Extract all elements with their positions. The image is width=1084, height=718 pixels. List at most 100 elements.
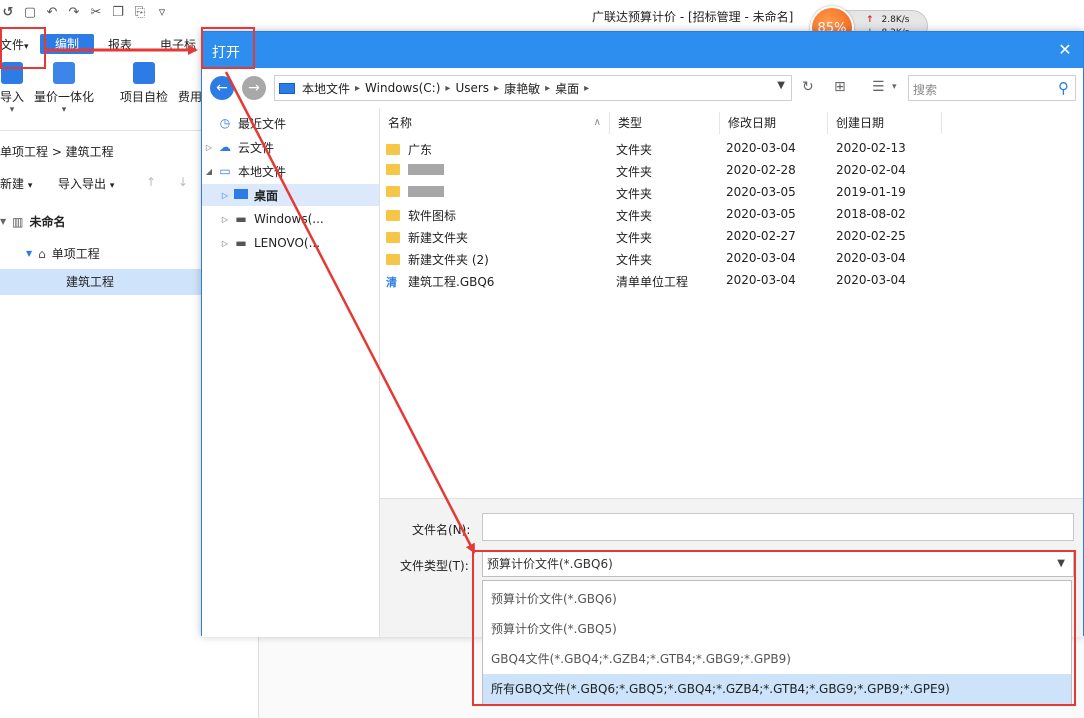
tree-node-root[interactable]: ▼ ▥ 未命名	[0, 213, 66, 230]
new-button[interactable]: 新建 ▾	[0, 175, 32, 192]
ribbon-price-button[interactable]: 量价一体化 ▾	[34, 62, 94, 115]
copy-icon[interactable]: ❐	[110, 4, 126, 20]
price-integration-icon	[53, 62, 75, 84]
breadcrumb-separator-icon: ▸	[355, 82, 361, 94]
search-icon[interactable]: ⚲	[1058, 79, 1069, 97]
close-icon[interactable]: ✕	[1055, 40, 1075, 60]
tree-item-windows-drive[interactable]: ▷ ▬ Windows(...	[202, 208, 379, 230]
file-type: 文件夹	[616, 165, 653, 179]
address-bar[interactable]: 本地文件 ▸ Windows(C:) ▸ Users ▸ 康艳敏 ▸ 桌面 ▸ ▼	[274, 75, 792, 101]
move-down-icon[interactable]: ↓	[178, 175, 188, 189]
folder-icon	[386, 144, 400, 155]
file-row[interactable]: 文件夹 2020-02-28 2020-02-04	[380, 160, 1083, 182]
breadcrumb-desktop[interactable]: 桌面	[555, 80, 579, 97]
column-created[interactable]: 创建日期	[828, 112, 942, 134]
address-dropdown-icon[interactable]: ▼	[777, 80, 785, 91]
file-name: 新建文件夹 (2)	[408, 253, 489, 267]
view-options-icon[interactable]: ☰	[872, 79, 885, 95]
breadcrumb-separator-icon: ▸	[584, 82, 590, 94]
back-icon[interactable]: ←	[210, 76, 234, 100]
file-type: 文件夹	[616, 187, 653, 201]
tree-node-building[interactable]: 建筑工程	[66, 273, 114, 290]
expand-icon[interactable]: ▷	[218, 215, 232, 224]
file-name: 软件图标	[408, 209, 457, 223]
clock-icon: ◷	[219, 116, 231, 130]
self-check-icon	[133, 62, 155, 84]
filename-input[interactable]	[482, 513, 1074, 541]
tree-item-label: 最近文件	[238, 116, 287, 131]
tree-node-unit[interactable]: ▼ ⌂ 单项工程	[26, 245, 100, 262]
expand-icon[interactable]: ▷	[202, 143, 216, 152]
column-type[interactable]: 类型	[610, 112, 720, 134]
folder-icon	[386, 210, 400, 221]
import-export-button[interactable]: 导入导出 ▾	[58, 175, 114, 192]
ribbon-import-label: 导入	[0, 90, 25, 104]
file-type: 文件夹	[616, 253, 653, 267]
gbq-file-icon: 清	[386, 276, 397, 289]
folder-icon	[386, 186, 400, 197]
column-name[interactable]: 名称 ∧	[380, 112, 610, 134]
upload-speed-value: 2.8K/s	[881, 15, 910, 25]
file-modified: 2020-02-28	[726, 163, 796, 177]
ribbon-fee-label: 费用	[178, 90, 203, 104]
file-created: 2020-02-25	[836, 229, 906, 243]
breadcrumb-separator-icon: ▸	[445, 82, 451, 94]
save-icon[interactable]: ▢	[22, 4, 38, 20]
file-row[interactable]: 软件图标 文件夹 2020-03-05 2018-08-02	[380, 204, 1083, 226]
expand-icon[interactable]: ▷	[218, 191, 232, 200]
forward-icon[interactable]: →	[242, 76, 266, 100]
filename-label: 文件名(N):	[412, 523, 471, 537]
file-type: 文件夹	[616, 231, 653, 245]
redacted-name	[408, 186, 444, 197]
collapse-icon[interactable]: ◢	[202, 167, 216, 176]
redo-icon[interactable]: ↷	[66, 4, 82, 20]
breadcrumb-local[interactable]: 本地文件	[302, 80, 350, 97]
tree-item-label: Windows(...	[254, 212, 324, 226]
breadcrumb-drive[interactable]: Windows(C:)	[365, 81, 440, 95]
menu-edit[interactable]: 编制	[40, 34, 94, 54]
ribbon-price-label: 量价一体化	[34, 90, 95, 104]
tree-item-label: 桌面	[254, 188, 279, 203]
menu-elec[interactable]: 电子标	[160, 36, 196, 53]
undo-icon[interactable]: ↶	[44, 4, 60, 20]
cut-icon[interactable]: ✂	[88, 4, 104, 20]
move-up-icon[interactable]: ↑	[146, 175, 156, 189]
file-list: 名称 ∧ 类型 修改日期 创建日期 广东 文件夹 2020-03-04 2020-…	[380, 108, 1083, 498]
quick-access-toolbar: ↺ ▢ ↶ ↷ ✂ ❐ ⎘ ▿	[0, 4, 170, 20]
file-created: 2020-02-13	[836, 141, 906, 155]
import-export-chevron-icon: ▾	[109, 181, 115, 191]
expand-icon[interactable]: ▷	[218, 239, 232, 248]
file-type: 文件夹	[616, 143, 653, 157]
file-created: 2020-03-04	[836, 273, 906, 287]
tree-item-cloud[interactable]: ▷ ☁ 云文件	[202, 136, 379, 158]
file-name: 建筑工程.GBQ6	[408, 275, 495, 289]
file-row[interactable]: 新建文件夹 文件夹 2020-02-27 2020-02-25	[380, 226, 1083, 248]
tree-item-lenovo-drive[interactable]: ▷ ▬ LENOVO(...	[202, 232, 379, 254]
ribbon-fee-button[interactable]: 费用	[178, 62, 202, 105]
dialog-navbar: ← → 本地文件 ▸ Windows(C:) ▸ Users ▸ 康艳敏 ▸ 桌面 ▸ ▼…	[202, 68, 1083, 106]
breadcrumb-users[interactable]: Users	[455, 81, 489, 95]
column-modified[interactable]: 修改日期	[720, 112, 828, 134]
customize-icon[interactable]: ▿	[154, 4, 170, 20]
file-modified: 2020-03-05	[726, 185, 796, 199]
file-row[interactable]: 广东 文件夹 2020-03-04 2020-02-13	[380, 138, 1083, 160]
view-dropdown-icon[interactable]: ▾	[892, 82, 897, 92]
file-row[interactable]: 新建文件夹 (2) 文件夹 2020-03-04 2020-03-04	[380, 248, 1083, 270]
tree-unit-label: 单项工程	[51, 247, 100, 261]
ribbon-check-button[interactable]: 项目自检	[120, 62, 168, 105]
search-input[interactable]: 搜索 ⚲	[908, 75, 1076, 101]
new-folder-icon[interactable]: ⊞	[834, 79, 846, 95]
paste-icon[interactable]: ⎘	[132, 4, 148, 20]
file-row[interactable]: 文件夹 2020-03-05 2019-01-19	[380, 182, 1083, 204]
breadcrumb-user[interactable]: 康艳敏	[504, 80, 540, 97]
tree-item-local[interactable]: ◢ ▭ 本地文件	[202, 160, 379, 182]
tree-item-desktop[interactable]: ▷ 桌面	[202, 184, 379, 206]
refresh-icon[interactable]: ↻	[802, 79, 814, 95]
building-icon: ▥	[12, 214, 24, 229]
file-modified: 2020-03-04	[726, 251, 796, 265]
tree-item-recent[interactable]: ◷ 最近文件	[202, 112, 379, 134]
file-created: 2020-03-04	[836, 251, 906, 265]
ribbon-import-button[interactable]: 导入 ▾	[0, 62, 24, 115]
menu-report[interactable]: 报表	[108, 36, 132, 53]
file-row[interactable]: 清建筑工程.GBQ6 清单单位工程 2020-03-04 2020-03-04	[380, 270, 1083, 292]
